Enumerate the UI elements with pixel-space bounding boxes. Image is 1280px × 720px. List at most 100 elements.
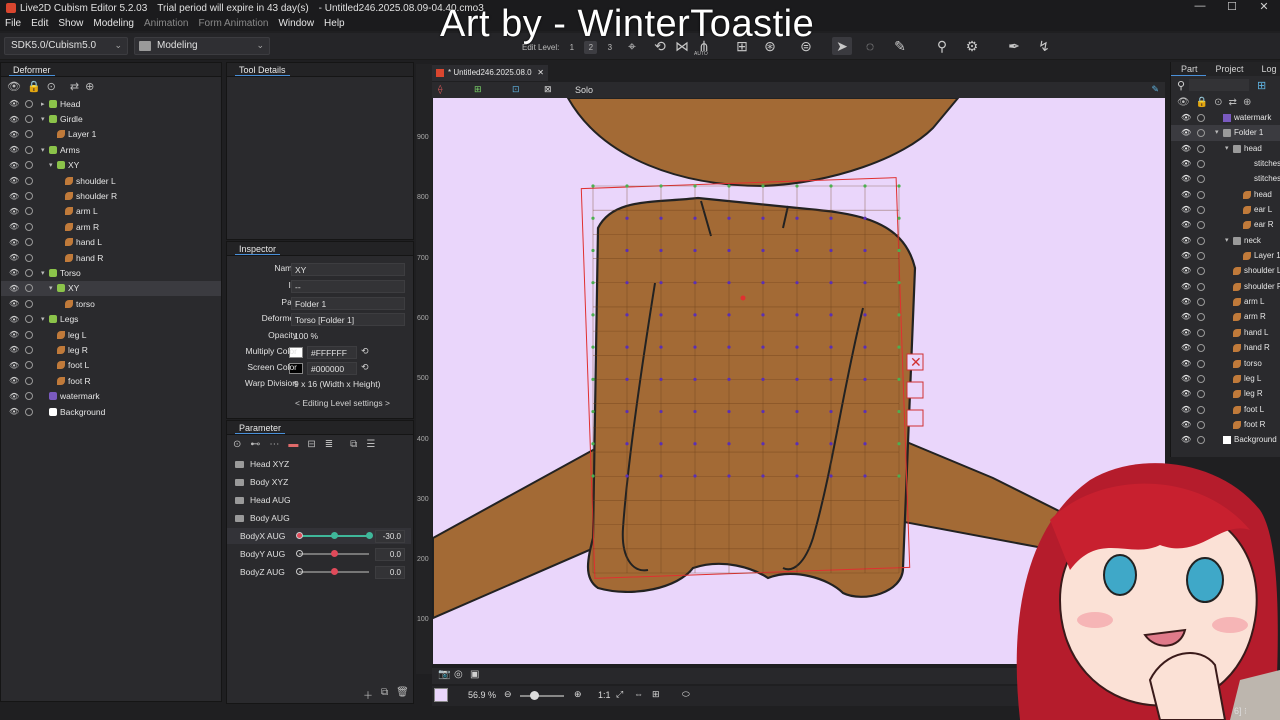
trash-icon[interactable]: 🗑 xyxy=(396,687,409,702)
warp-control-point[interactable] xyxy=(761,281,765,285)
parameter-tab[interactable]: Parameter xyxy=(235,423,286,434)
filter-icon[interactable]: ⊙ xyxy=(233,439,241,450)
parameter-value[interactable]: 0.0 xyxy=(375,565,405,579)
warp-control-point[interactable] xyxy=(625,281,629,285)
grid-handle[interactable] xyxy=(906,409,924,427)
eye-icon[interactable]: 👁 xyxy=(1181,420,1191,429)
expand-arrow-icon[interactable]: ▾ xyxy=(49,284,53,292)
eye-icon[interactable]: 👁 xyxy=(9,161,19,170)
close-button[interactable]: ✕ xyxy=(1248,0,1280,13)
eye-icon[interactable]: 👁 xyxy=(9,330,19,339)
deformer-item[interactable]: 👁 Background xyxy=(1,404,221,419)
lock-toggle-icon[interactable] xyxy=(1197,190,1205,199)
menu-window[interactable]: Window xyxy=(273,18,319,29)
lock-toggle-icon[interactable] xyxy=(1197,298,1205,307)
lock-toggle-icon[interactable] xyxy=(25,376,33,385)
part-item[interactable]: 👁 foot R xyxy=(1171,417,1280,432)
inspector-value[interactable]: 9 x 16 (Width x Height) xyxy=(291,378,405,391)
arrow-select-icon[interactable]: ➤ xyxy=(832,37,852,55)
eye-icon[interactable]: 👁 xyxy=(7,80,21,93)
lock-toggle-icon[interactable] xyxy=(25,361,33,370)
grid-toggle-icon[interactable]: ⊞ xyxy=(652,689,660,700)
lock-toggle-icon[interactable] xyxy=(1197,405,1205,414)
pivot-icon[interactable]: ⟠ xyxy=(438,84,442,95)
blend-icon[interactable]: ⊟ xyxy=(307,439,315,450)
parameter-slider[interactable] xyxy=(296,550,369,557)
warp-control-point[interactable] xyxy=(727,474,731,478)
lock-toggle-icon[interactable] xyxy=(1197,420,1205,429)
lock-plus-icon[interactable]: ⊕ xyxy=(1243,97,1251,108)
editing-level-settings[interactable]: < Editing Level settings > xyxy=(295,398,390,408)
part-item[interactable]: 👁 hand L xyxy=(1171,325,1280,340)
lock-toggle-icon[interactable] xyxy=(1197,114,1205,122)
lock-toggle-icon[interactable] xyxy=(25,176,33,185)
warp-control-point[interactable] xyxy=(727,345,731,349)
warp-control-point[interactable] xyxy=(897,184,901,188)
zoom-out-icon[interactable]: ⊖ xyxy=(504,689,512,700)
eye-icon[interactable]: 👁 xyxy=(1181,282,1191,291)
warp-control-point[interactable] xyxy=(591,313,595,317)
eye-icon[interactable]: 👁 xyxy=(1181,220,1191,229)
menu-form-animation[interactable]: Form Animation xyxy=(193,18,273,29)
part-item[interactable]: 👁 ▾ neck xyxy=(1171,233,1280,248)
tab-project[interactable]: Project xyxy=(1206,62,1252,76)
eye-icon[interactable]: 👁 xyxy=(9,115,19,124)
warp-control-point[interactable] xyxy=(693,345,697,349)
lock-toggle-icon[interactable] xyxy=(25,345,33,354)
minimize-button[interactable]: — xyxy=(1184,0,1216,13)
eye-icon[interactable]: 👁 xyxy=(1181,190,1191,199)
warp-control-point[interactable] xyxy=(795,442,799,446)
warp-control-point[interactable] xyxy=(761,216,765,220)
warp-control-point[interactable] xyxy=(863,442,867,446)
eye-icon[interactable]: 👁 xyxy=(9,99,19,108)
parameter-row[interactable]: BodyZ AUG 0.0 xyxy=(227,564,411,580)
curve-tool-icon[interactable]: ↯ xyxy=(1034,37,1054,55)
lock-toggle-icon[interactable] xyxy=(1197,328,1205,337)
slider-knob[interactable] xyxy=(331,568,338,575)
warp-control-point[interactable] xyxy=(727,281,731,285)
slider-key-dot[interactable] xyxy=(331,532,338,539)
eye-icon[interactable]: 👁 xyxy=(9,192,19,201)
deformer-item[interactable]: 👁 watermark xyxy=(1,388,221,403)
deformer-center-point[interactable] xyxy=(740,295,746,301)
eye-icon[interactable]: 👁 xyxy=(1181,205,1191,214)
lock-toggle-icon[interactable] xyxy=(1197,282,1205,291)
warp-control-point[interactable] xyxy=(591,442,595,446)
warp-control-point[interactable] xyxy=(693,313,697,317)
toggle-icon[interactable]: ⬭ xyxy=(682,689,690,700)
expand-arrow-icon[interactable]: ▾ xyxy=(41,269,45,277)
record-icon[interactable]: ◎ xyxy=(454,669,463,680)
warp-control-point[interactable] xyxy=(659,442,663,446)
warp-control-point[interactable] xyxy=(625,409,629,414)
warp-control-point[interactable] xyxy=(693,281,697,285)
part-item[interactable]: 👁 stitches xyxy=(1171,171,1280,186)
slider-key-dot[interactable] xyxy=(296,532,303,539)
sdk-select[interactable]: SDK5.0/Cubism5.0 ⌄ xyxy=(4,37,128,55)
menu-modeling[interactable]: Modeling xyxy=(88,18,139,29)
warp-control-point[interactable] xyxy=(863,474,867,478)
lock-toggle-icon[interactable] xyxy=(25,161,33,170)
eye-icon[interactable]: 👁 xyxy=(9,145,19,154)
menu-icon[interactable]: ☰ xyxy=(366,439,375,450)
warp-control-point[interactable] xyxy=(591,377,595,381)
warp-control-point[interactable] xyxy=(829,345,833,349)
eye-icon[interactable]: 👁 xyxy=(1181,343,1191,352)
inspector-value[interactable]: Torso [Folder 1] xyxy=(291,313,405,326)
copy-icon[interactable]: ⧉ xyxy=(350,439,357,450)
frame-icon[interactable]: ⊡ xyxy=(512,84,520,95)
lock-toggle-icon[interactable] xyxy=(25,284,33,293)
reset-icon[interactable]: ⟲ xyxy=(361,346,369,357)
warp-control-point[interactable] xyxy=(693,377,697,381)
eye-icon[interactable]: 👁 xyxy=(9,268,19,277)
warp-control-point[interactable] xyxy=(659,377,663,381)
warp-control-point[interactable] xyxy=(659,345,663,349)
swap-icon[interactable]: ⇄ xyxy=(70,80,79,93)
mode-select[interactable]: Modeling ⌄ xyxy=(134,37,270,55)
reset-icon[interactable]: ⟲ xyxy=(361,362,369,373)
deformer-item[interactable]: 👁 arm L xyxy=(1,204,221,219)
deformer-item[interactable]: 👁 ▾ Girdle xyxy=(1,111,221,126)
lock-toggle-icon[interactable] xyxy=(1197,206,1205,215)
warp-control-point[interactable] xyxy=(591,216,595,220)
lock-toggle-icon[interactable] xyxy=(1197,252,1205,261)
deformer-item[interactable]: 👁 leg L xyxy=(1,327,221,342)
